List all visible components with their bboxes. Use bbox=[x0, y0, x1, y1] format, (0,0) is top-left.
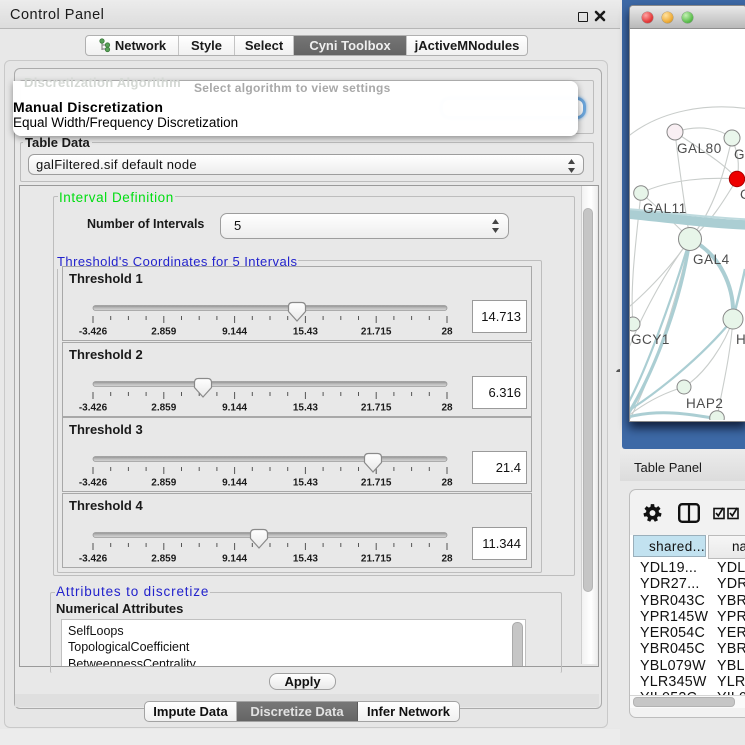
svg-text:2.859: 2.859 bbox=[151, 554, 176, 565]
svg-text:GAL11: GAL11 bbox=[643, 201, 687, 216]
svg-text:28: 28 bbox=[441, 478, 453, 489]
svg-text:C: C bbox=[740, 187, 745, 202]
svg-text:GCY1: GCY1 bbox=[631, 332, 670, 347]
svg-text:-3.426: -3.426 bbox=[79, 403, 108, 414]
svg-text:21.715: 21.715 bbox=[361, 403, 392, 414]
svg-text:9.144: 9.144 bbox=[222, 327, 247, 338]
svg-text:GA: GA bbox=[734, 147, 745, 162]
svg-text:-3.426: -3.426 bbox=[79, 327, 108, 338]
svg-text:2.859: 2.859 bbox=[151, 478, 176, 489]
svg-text:2.859: 2.859 bbox=[151, 403, 176, 414]
svg-text:15.43: 15.43 bbox=[293, 554, 318, 565]
svg-text:28: 28 bbox=[441, 327, 453, 338]
svg-text:2.859: 2.859 bbox=[151, 327, 176, 338]
svg-text:28: 28 bbox=[441, 554, 453, 565]
svg-text:9.144: 9.144 bbox=[222, 403, 247, 414]
svg-text:15.43: 15.43 bbox=[293, 327, 318, 338]
svg-text:GAL80: GAL80 bbox=[677, 141, 722, 156]
svg-text:21.715: 21.715 bbox=[361, 327, 392, 338]
svg-text:GAL4: GAL4 bbox=[693, 252, 730, 267]
svg-text:9.144: 9.144 bbox=[222, 478, 247, 489]
svg-text:21.715: 21.715 bbox=[361, 554, 392, 565]
svg-text:28: 28 bbox=[441, 403, 453, 414]
svg-text:9.144: 9.144 bbox=[222, 554, 247, 565]
svg-text:15.43: 15.43 bbox=[293, 403, 318, 414]
svg-text:15.43: 15.43 bbox=[293, 478, 318, 489]
svg-text:-3.426: -3.426 bbox=[79, 554, 108, 565]
svg-text:-3.426: -3.426 bbox=[79, 478, 108, 489]
svg-text:HAP2: HAP2 bbox=[686, 396, 723, 411]
svg-text:H: H bbox=[736, 332, 745, 347]
svg-text:21.715: 21.715 bbox=[361, 478, 392, 489]
